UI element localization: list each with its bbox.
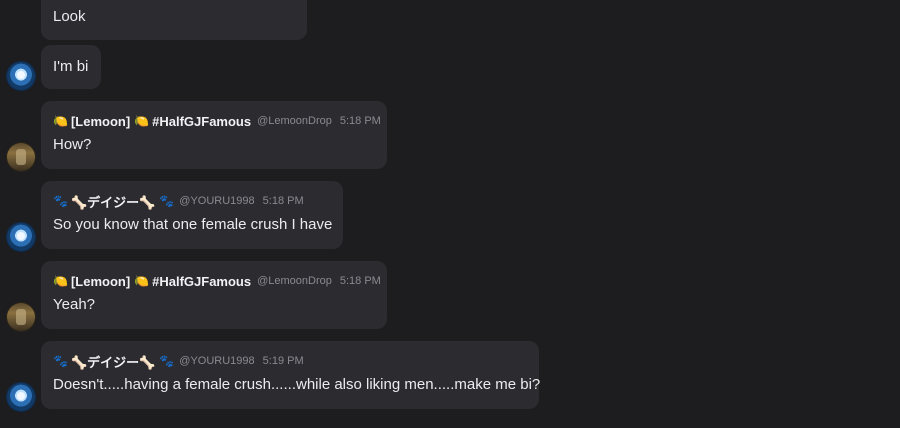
- author-name[interactable]: 🦴デイジー🦴: [71, 192, 155, 211]
- chat-message-list: Look I'm bi 🍋 [Lemoon] 🍋 #HalfGJFamous @…: [0, 0, 900, 428]
- message-bubble[interactable]: 🍋 [Lemoon] 🍋 #HalfGJFamous @LemoonDrop 5…: [41, 261, 387, 329]
- author-name-tag[interactable]: #HalfGJFamous: [152, 274, 251, 289]
- paw-emoji-icon: 🐾: [159, 354, 175, 368]
- lemon-emoji-icon: 🍋: [134, 114, 150, 128]
- lemon-emoji-icon: 🍋: [53, 274, 68, 288]
- message-timestamp: 5:18 PM: [339, 115, 381, 127]
- message-timestamp: 5:18 PM: [339, 275, 381, 287]
- message-bubble[interactable]: I'm bi: [41, 45, 101, 89]
- message-bubble[interactable]: 🍋 [Lemoon] 🍋 #HalfGJFamous @LemoonDrop 5…: [41, 101, 387, 169]
- user-avatar-icon[interactable]: [7, 223, 35, 251]
- author-handle[interactable]: @YOURU1998: [179, 195, 254, 207]
- user-avatar-icon[interactable]: [7, 62, 35, 90]
- message-text: So you know that one female crush I have: [53, 216, 333, 233]
- user-avatar-icon[interactable]: [7, 383, 35, 411]
- lemon-emoji-icon: 🍋: [53, 114, 68, 128]
- paw-emoji-icon: 🐾: [53, 194, 68, 208]
- author-handle[interactable]: @LemoonDrop: [257, 115, 332, 127]
- message-text: How?: [53, 136, 92, 153]
- message-text: I'm bi: [53, 58, 89, 75]
- message-header: 🍋 [Lemoon] 🍋 #HalfGJFamous @LemoonDrop 5…: [53, 112, 381, 130]
- message-text: Yeah?: [53, 296, 95, 313]
- user-avatar-icon[interactable]: [7, 143, 35, 171]
- author-name-tag[interactable]: #HalfGJFamous: [152, 114, 251, 129]
- paw-emoji-icon: 🐾: [53, 354, 68, 368]
- message-header: 🐾 🦴デイジー🦴 🐾 @YOURU1998 5:19 PM: [53, 352, 527, 370]
- author-name[interactable]: [Lemoon]: [71, 114, 130, 129]
- message-header: 🐾 🦴デイジー🦴 🐾 @YOURU1998 5:18 PM: [53, 192, 331, 210]
- user-avatar-icon[interactable]: [7, 303, 35, 331]
- message-bubble[interactable]: Look: [41, 0, 307, 40]
- message-timestamp: 5:18 PM: [262, 195, 304, 207]
- message-text: Look: [53, 8, 86, 25]
- message-text: Doesn't.....having a female crush......w…: [53, 376, 541, 393]
- message-bubble[interactable]: 🐾 🦴デイジー🦴 🐾 @YOURU1998 5:18 PM So you kno…: [41, 181, 343, 249]
- author-handle[interactable]: @LemoonDrop: [257, 275, 332, 287]
- message-bubble[interactable]: 🐾 🦴デイジー🦴 🐾 @YOURU1998 5:19 PM Doesn't...…: [41, 341, 541, 409]
- lemon-emoji-icon: 🍋: [134, 274, 150, 288]
- message-timestamp: 5:19 PM: [262, 355, 304, 367]
- paw-emoji-icon: 🐾: [159, 194, 175, 208]
- author-name[interactable]: 🦴デイジー🦴: [71, 352, 155, 371]
- author-handle[interactable]: @YOURU1998: [179, 355, 254, 367]
- message-header: 🍋 [Lemoon] 🍋 #HalfGJFamous @LemoonDrop 5…: [53, 272, 381, 290]
- author-name[interactable]: [Lemoon]: [71, 274, 130, 289]
